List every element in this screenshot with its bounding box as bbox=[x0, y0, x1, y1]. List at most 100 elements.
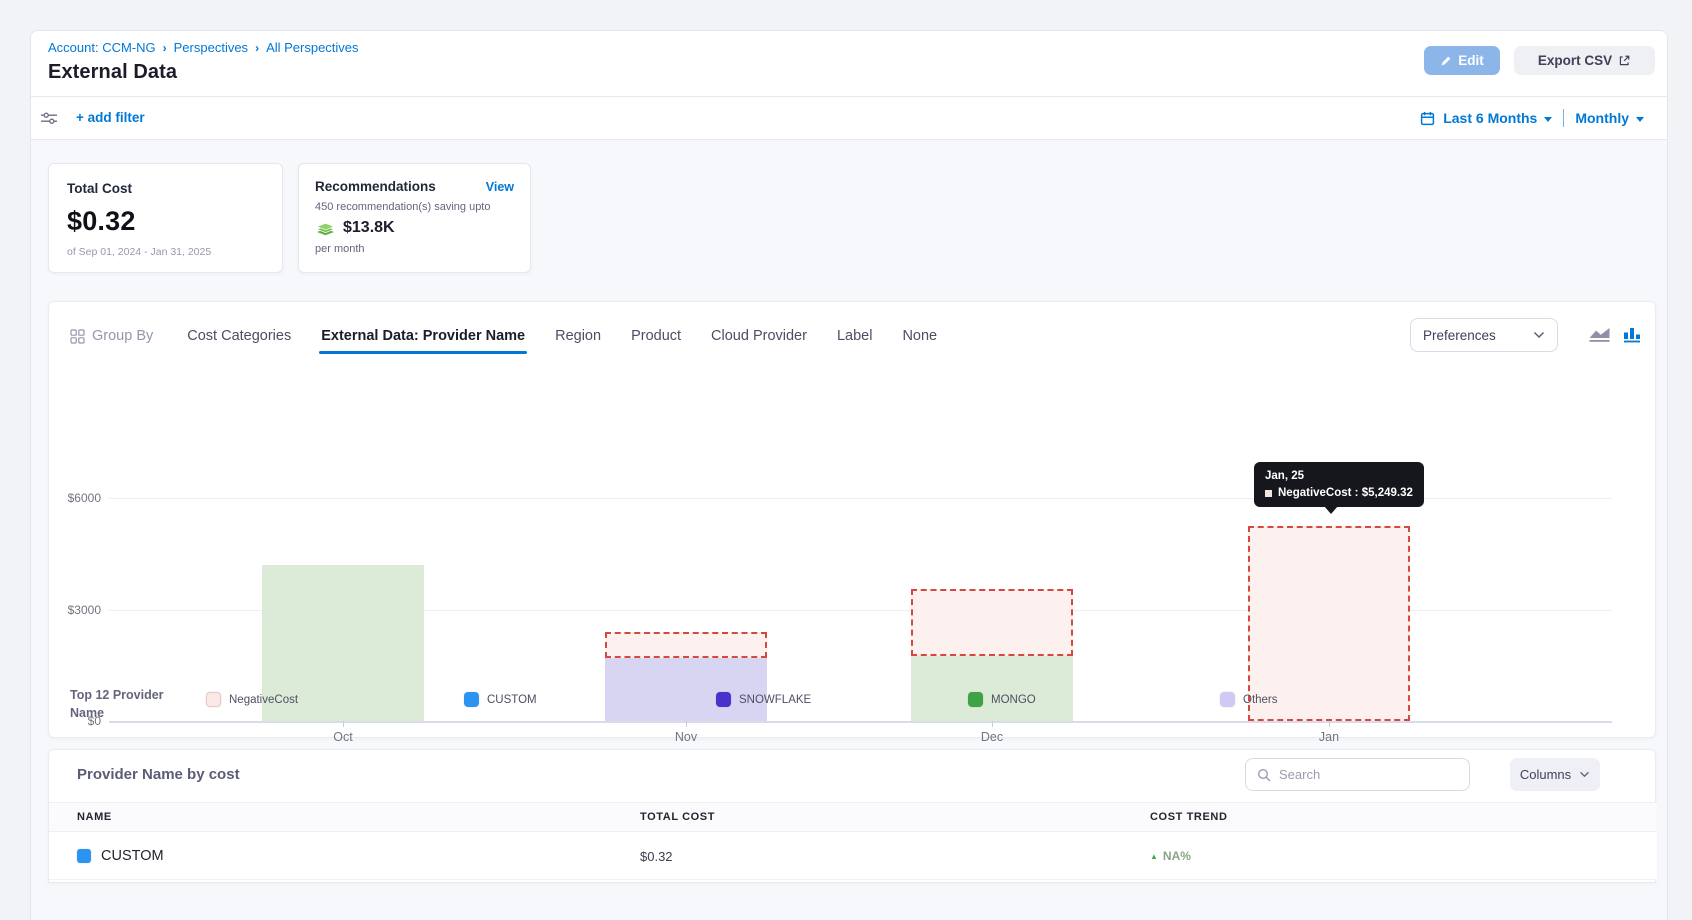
tab-label[interactable]: Label bbox=[837, 328, 872, 344]
legend-items: NegativeCost CUSTOM SNOWFLAKE MONGO Others bbox=[49, 692, 1657, 720]
tooltip-arrow bbox=[1324, 506, 1338, 514]
legend-swatch-negativecost bbox=[206, 692, 221, 707]
recommendations-subtitle: 450 recommendation(s) saving upto bbox=[315, 201, 514, 213]
recommendations-per-month: per month bbox=[315, 243, 514, 255]
row-total-cost: $0.32 bbox=[640, 832, 673, 880]
tab-region[interactable]: Region bbox=[555, 328, 601, 344]
view-recommendations-link[interactable]: View bbox=[486, 180, 514, 194]
date-controls: Last 6 Months Monthly bbox=[1420, 109, 1644, 127]
caret-down-icon bbox=[1636, 117, 1644, 122]
breadcrumb-account[interactable]: Account: CCM-NG bbox=[48, 40, 156, 55]
legend-swatch-others bbox=[1220, 692, 1235, 707]
breadcrumb-perspectives[interactable]: Perspectives bbox=[174, 40, 248, 55]
table-body: CUSTOM $0.32 ▲NA% bbox=[49, 832, 1657, 880]
tab-cost-categories[interactable]: Cost Categories bbox=[187, 328, 291, 344]
provider-swatch bbox=[77, 849, 91, 863]
breadcrumb-separator-icon: › bbox=[163, 41, 167, 55]
total-cost-title: Total Cost bbox=[67, 181, 264, 196]
add-filter-button[interactable]: + add filter bbox=[76, 110, 145, 125]
total-cost-card: Total Cost $0.32 of Sep 01, 2024 - Jan 3… bbox=[48, 163, 283, 273]
page-header: Account: CCM-NG › Perspectives › All Per… bbox=[31, 31, 1667, 97]
x-axis-tick bbox=[343, 721, 344, 727]
columns-button[interactable]: Columns bbox=[1510, 758, 1600, 791]
tooltip-title: Jan, 25 bbox=[1265, 470, 1413, 482]
tab-product[interactable]: Product bbox=[631, 328, 681, 344]
date-range-label: Last 6 Months bbox=[1443, 110, 1537, 126]
group-by-tabs: Cost Categories External Data: Provider N… bbox=[187, 328, 937, 344]
breadcrumb-separator-icon: › bbox=[255, 41, 259, 55]
grid-icon bbox=[70, 329, 85, 344]
provider-name: CUSTOM bbox=[101, 848, 164, 864]
tab-none[interactable]: None bbox=[902, 328, 937, 344]
legend-label: MONGO bbox=[991, 694, 1036, 706]
app-container: Account: CCM-NG › Perspectives › All Per… bbox=[30, 30, 1668, 920]
total-cost-period: of Sep 01, 2024 - Jan 31, 2025 bbox=[67, 246, 264, 258]
tab-cloud-provider[interactable]: Cloud Provider bbox=[711, 328, 807, 344]
x-axis-label-dec: Dec bbox=[952, 730, 1032, 744]
x-axis-tick bbox=[686, 721, 687, 727]
granularity-label: Monthly bbox=[1575, 110, 1629, 126]
page-title: External Data bbox=[48, 61, 177, 84]
legend-label: SNOWFLAKE bbox=[739, 694, 811, 706]
preferences-label: Preferences bbox=[1423, 328, 1496, 343]
legend-item-others[interactable]: Others bbox=[1220, 692, 1278, 707]
preferences-dropdown[interactable]: Preferences bbox=[1410, 318, 1558, 352]
recommendations-card: Recommendations View 450 recommendation(… bbox=[298, 163, 531, 273]
legend-item-negativecost[interactable]: NegativeCost bbox=[206, 692, 298, 707]
filter-sliders-icon[interactable] bbox=[40, 111, 58, 131]
chart-type-toggle bbox=[1588, 325, 1643, 348]
x-axis-label-nov: Nov bbox=[646, 730, 726, 744]
table-row-custom[interactable]: CUSTOM $0.32 ▲NA% bbox=[49, 832, 1657, 880]
x-axis-label-oct: Oct bbox=[303, 730, 383, 744]
y-axis-label: $6000 bbox=[49, 491, 101, 505]
column-header-total-cost: TOTAL COST bbox=[640, 811, 715, 823]
pencil-icon bbox=[1440, 55, 1452, 67]
group-by-text: Group By bbox=[92, 328, 153, 344]
legend-item-mongo[interactable]: MONGO bbox=[968, 692, 1036, 707]
row-name-cell: CUSTOM bbox=[77, 832, 164, 880]
edit-button-label: Edit bbox=[1458, 53, 1484, 68]
bar-negativecost-nov[interactable] bbox=[605, 632, 767, 658]
chevron-down-icon bbox=[1579, 771, 1590, 778]
chart-panel: Group By Cost Categories External Data: P… bbox=[48, 301, 1656, 738]
legend-swatch-snowflake bbox=[716, 692, 731, 707]
bar-chart-icon[interactable] bbox=[1623, 325, 1643, 348]
tab-external-data-provider-name[interactable]: External Data: Provider Name bbox=[321, 328, 525, 344]
total-cost-value: $0.32 bbox=[67, 206, 264, 237]
group-by-label: Group By bbox=[70, 328, 153, 344]
granularity-dropdown[interactable]: Monthly bbox=[1575, 110, 1644, 126]
gridline-0 bbox=[109, 721, 1612, 723]
legend-label: Others bbox=[1243, 694, 1278, 706]
trend-up-icon: ▲ bbox=[1150, 852, 1158, 861]
page: Account: CCM-NG › Perspectives › All Per… bbox=[0, 0, 1692, 920]
area-chart-icon[interactable] bbox=[1588, 325, 1611, 348]
calendar-icon bbox=[1420, 111, 1435, 126]
breadcrumb-all-perspectives[interactable]: All Perspectives bbox=[266, 40, 358, 55]
legend-swatch-custom bbox=[464, 692, 479, 707]
edit-button[interactable]: Edit bbox=[1424, 46, 1500, 75]
date-range-dropdown[interactable]: Last 6 Months bbox=[1443, 110, 1552, 126]
tooltip-bullet-icon bbox=[1265, 490, 1272, 497]
x-axis-label-jan: Jan bbox=[1289, 730, 1369, 744]
legend-label: NegativeCost bbox=[229, 694, 298, 706]
columns-label: Columns bbox=[1520, 767, 1571, 782]
legend-swatch-mongo bbox=[968, 692, 983, 707]
bar-negativecost-dec[interactable] bbox=[911, 589, 1073, 656]
x-axis-tick bbox=[1329, 721, 1330, 727]
table-title: Provider Name by cost bbox=[77, 766, 240, 783]
breadcrumb: Account: CCM-NG › Perspectives › All Per… bbox=[48, 40, 359, 55]
export-csv-label: Export CSV bbox=[1538, 53, 1612, 68]
search-icon bbox=[1257, 768, 1271, 782]
chevron-down-icon bbox=[1533, 331, 1545, 339]
y-axis-label: $3000 bbox=[49, 603, 101, 617]
filter-bar: + add filter Last 6 Months Monthly bbox=[31, 97, 1667, 140]
legend-item-snowflake[interactable]: SNOWFLAKE bbox=[716, 692, 811, 707]
export-csv-button[interactable]: Export CSV bbox=[1514, 46, 1655, 75]
legend-item-custom[interactable]: CUSTOM bbox=[464, 692, 537, 707]
table-panel: Provider Name by cost Columns NAME TOTAL… bbox=[48, 749, 1656, 883]
table-header-row: NAME TOTAL COST COST TREND bbox=[49, 802, 1657, 832]
search-input[interactable] bbox=[1279, 767, 1458, 782]
divider bbox=[1563, 109, 1564, 127]
chart-tooltip: Jan, 25 NegativeCost : $5,249.32 bbox=[1254, 462, 1424, 507]
row-cost-trend: ▲NA% bbox=[1150, 832, 1191, 880]
